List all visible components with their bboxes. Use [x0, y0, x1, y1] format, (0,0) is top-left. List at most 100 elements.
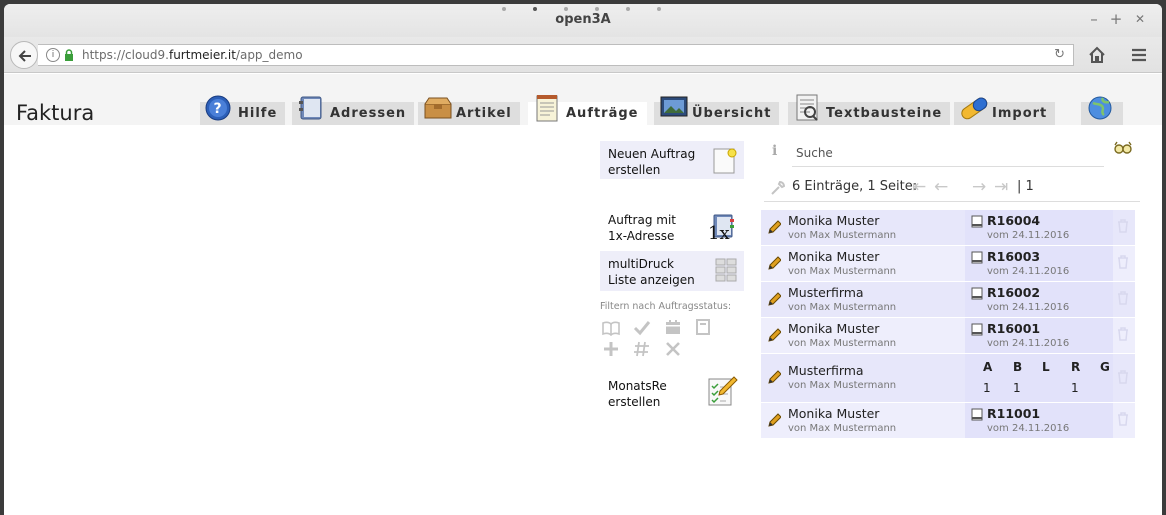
- url-prefix: https://cloud9.: [82, 48, 169, 62]
- window-title: open3A: [555, 12, 611, 27]
- calendar-filter-icon[interactable]: [664, 319, 682, 335]
- created-by: von Max Mustermann: [788, 423, 897, 434]
- app-brand: Faktura: [16, 101, 95, 125]
- status-header: A: [983, 360, 993, 374]
- tab-hilfe[interactable]: ? Hilfe: [200, 95, 286, 125]
- minimize-button[interactable]: –: [1086, 11, 1102, 27]
- invoice-cell: R16003 vom 24.11.2016: [965, 246, 1113, 281]
- document-icon: [971, 287, 983, 300]
- search-input[interactable]: [792, 139, 1104, 167]
- tab-label: Übersicht: [692, 106, 772, 121]
- trash-icon[interactable]: [1117, 412, 1129, 426]
- book-filter-icon[interactable]: [602, 320, 620, 336]
- next-page-icon[interactable]: →: [972, 177, 986, 197]
- table-row[interactable]: Monika Muster von Max Mustermann R16001 …: [761, 318, 1135, 353]
- table-row[interactable]: Musterfirma von Max Mustermann R16002 vo…: [761, 282, 1135, 317]
- trash-icon[interactable]: [1117, 255, 1129, 269]
- invoice-date: vom 24.11.2016: [987, 423, 1070, 434]
- invoice-cell: R16001 vom 24.11.2016: [965, 318, 1113, 353]
- url-bar[interactable]: i https://cloud9.furtmeier.it/app_demo ↻: [38, 44, 1074, 66]
- tab-adressen[interactable]: Adressen: [292, 96, 415, 125]
- tab-label: Aufträge: [566, 106, 639, 121]
- back-button[interactable]: [10, 41, 38, 69]
- page-indicator: | 1: [1017, 179, 1034, 194]
- table-row[interactable]: Monika Muster von Max Mustermann R16003 …: [761, 246, 1135, 281]
- pencil-icon[interactable]: [767, 369, 781, 385]
- text-document-icon: [796, 94, 818, 121]
- invoice-date: vom 24.11.2016: [987, 338, 1070, 349]
- table-row[interactable]: Monika Muster von Max Mustermann R11001 …: [761, 403, 1135, 438]
- tab-artikel[interactable]: Artikel: [418, 97, 520, 125]
- invoice-number: R16002: [987, 285, 1041, 300]
- multiprint-label: multiDruck Liste anzeigen: [608, 256, 695, 288]
- monthly-invoice-button[interactable]: MonatsRe erstellen: [600, 373, 744, 417]
- customer-name: Monika Muster: [788, 249, 880, 264]
- close-button[interactable]: ✕: [1132, 11, 1148, 27]
- invoice-date: vom 24.11.2016: [987, 302, 1070, 313]
- new-order-button[interactable]: Neuen Auftrag erstellen: [600, 141, 744, 179]
- created-by: von Max Mustermann: [788, 230, 897, 241]
- status-header: G: [1100, 360, 1110, 374]
- cross-filter-icon[interactable]: [664, 341, 682, 357]
- tab-label: Hilfe: [238, 106, 278, 121]
- new-document-icon: [713, 148, 737, 174]
- invoice-date: vom 24.11.2016: [987, 266, 1070, 277]
- trash-icon[interactable]: [1117, 370, 1129, 384]
- tab-label: Adressen: [330, 106, 407, 121]
- order-with-address-button[interactable]: Auftrag mit 1x-Adresse 1x: [600, 207, 744, 247]
- lock-icon: [65, 49, 73, 61]
- app-header: Faktura ? Hilfe Adressen Artikel Aufträg…: [4, 74, 1162, 126]
- pencil-icon[interactable]: [767, 327, 781, 343]
- glasses-icon[interactable]: [1114, 141, 1132, 155]
- first-page-icon[interactable]: ⇤: [912, 177, 926, 197]
- wrench-icon: [771, 180, 786, 195]
- document-icon: [971, 251, 983, 264]
- one-time-badge: 1x: [708, 223, 730, 244]
- filter-title: Filtern nach Auftragsstatus:: [600, 301, 732, 312]
- address-book-icon: [299, 96, 322, 120]
- maximize-button[interactable]: +: [1108, 11, 1124, 27]
- svg-text:?: ?: [213, 101, 222, 117]
- url-text[interactable]: https://cloud9.furtmeier.it/app_demo: [82, 48, 303, 62]
- trash-icon[interactable]: [1117, 327, 1129, 341]
- customer-name: Musterfirma: [788, 363, 864, 378]
- trash-icon[interactable]: [1117, 219, 1129, 233]
- navigation-bar: i https://cloud9.furtmeier.it/app_demo ↻: [4, 37, 1162, 73]
- info-icon[interactable]: i: [46, 48, 60, 62]
- home-icon[interactable]: [1088, 46, 1106, 64]
- last-page-icon[interactable]: ⇥: [994, 177, 1008, 197]
- check-filter-icon[interactable]: [633, 320, 651, 336]
- table-row[interactable]: Musterfirma von Max Mustermann A B L R G…: [761, 354, 1135, 402]
- tab-textbausteine[interactable]: Textbausteine: [788, 94, 951, 125]
- invoice-cell: R16004 vom 24.11.2016: [965, 210, 1113, 245]
- table-row[interactable]: Monika Muster von Max Mustermann R16004 …: [761, 210, 1135, 245]
- multiprint-line2: Liste anzeigen: [608, 273, 695, 287]
- browser-window: open3A – + ✕ i https://cloud9.furtmeier.…: [4, 4, 1162, 515]
- multiprint-button[interactable]: multiDruck Liste anzeigen: [600, 251, 744, 291]
- invoice-date: vom 24.11.2016: [987, 230, 1070, 241]
- reload-icon[interactable]: ↻: [1054, 47, 1065, 62]
- monthly-line2: erstellen: [608, 395, 661, 409]
- pencil-icon[interactable]: [767, 291, 781, 307]
- one-time-address-icon: 1x: [708, 213, 738, 244]
- tab-uebersicht[interactable]: Übersicht: [654, 96, 780, 125]
- monthly-line1: MonatsRe: [608, 379, 667, 393]
- document-icon: [971, 323, 983, 336]
- hash-filter-icon[interactable]: [633, 341, 651, 357]
- trash-icon[interactable]: [1117, 291, 1129, 305]
- pencil-icon[interactable]: [767, 412, 781, 428]
- tab-import[interactable]: Import: [954, 97, 1056, 125]
- url-domain: furtmeier.it: [168, 48, 236, 62]
- document-filter-icon[interactable]: [694, 319, 712, 335]
- menu-icon[interactable]: [1130, 46, 1148, 64]
- plus-filter-icon[interactable]: [602, 341, 620, 357]
- previous-page-icon[interactable]: ←: [934, 177, 948, 197]
- pencil-icon[interactable]: [767, 255, 781, 271]
- tab-auftraege[interactable]: Aufträge: [528, 95, 647, 126]
- invoice-cell: R11001 vom 24.11.2016: [965, 403, 1113, 438]
- stack-documents-icon: [715, 258, 737, 282]
- invoice-number: R16004: [987, 213, 1041, 228]
- tab-globe[interactable]: [1081, 96, 1123, 125]
- pencil-icon[interactable]: [767, 219, 781, 235]
- monthly-invoice-label: MonatsRe erstellen: [608, 378, 667, 410]
